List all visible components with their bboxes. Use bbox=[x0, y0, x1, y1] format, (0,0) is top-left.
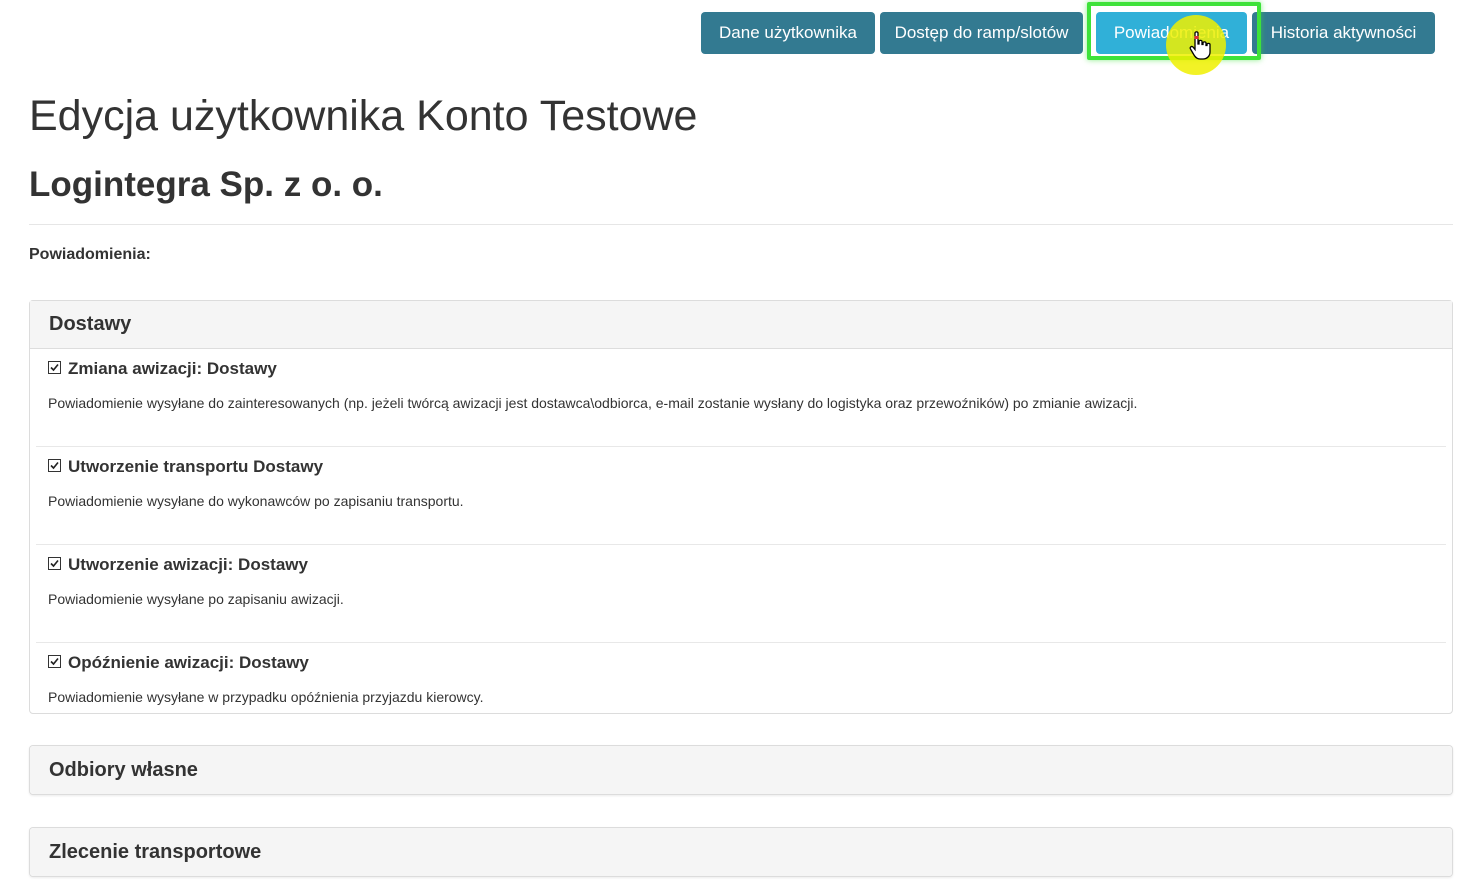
tab-dostep-do-ramp[interactable]: Dostęp do ramp/slotów bbox=[880, 12, 1083, 54]
page-title: Edycja użytkownika Konto Testowe bbox=[29, 92, 698, 140]
notification-item: Utworzenie transportu Dostawy Powiadomie… bbox=[36, 447, 1446, 545]
notification-description: Powiadomienie wysyłane do zainteresowany… bbox=[48, 395, 1138, 411]
notification-title: Utworzenie awizacji: Dostawy bbox=[48, 555, 308, 575]
section-label: Powiadomienia: bbox=[29, 246, 151, 263]
check-box-icon[interactable] bbox=[48, 360, 61, 374]
panel-heading-dostawy[interactable]: Dostawy bbox=[30, 301, 1452, 349]
notification-description: Powiadomienie wysyłane w przypadku opóźn… bbox=[48, 689, 484, 705]
panel-heading-zlecenie-transportowe[interactable]: Zlecenie transportowe bbox=[30, 828, 1452, 876]
tab-historia-aktywnosci[interactable]: Historia aktywności bbox=[1252, 12, 1435, 54]
check-box-icon[interactable] bbox=[48, 458, 61, 472]
panel-dostawy: Dostawy Zmiana awizacji: Dostawy Powiado… bbox=[29, 300, 1453, 714]
tab-powiadomienia[interactable]: Powiadomienia bbox=[1096, 12, 1247, 54]
tab-dane-uzytkownika[interactable]: Dane użytkownika bbox=[701, 12, 875, 54]
page: Dane użytkownika Dostęp do ramp/slotów P… bbox=[0, 0, 1474, 882]
notification-description: Powiadomienie wysyłane po zapisaniu awiz… bbox=[48, 591, 344, 607]
company-name: Logintegra Sp. z o. o. bbox=[29, 165, 383, 204]
notification-title: Utworzenie transportu Dostawy bbox=[48, 457, 323, 477]
notification-title: Zmiana awizacji: Dostawy bbox=[48, 359, 277, 379]
notification-item: Zmiana awizacji: Dostawy Powiadomienie w… bbox=[36, 349, 1446, 447]
notification-description: Powiadomienie wysyłane do wykonawców po … bbox=[48, 493, 464, 509]
notification-item: Utworzenie awizacji: Dostawy Powiadomien… bbox=[36, 545, 1446, 643]
notification-title: Opóźnienie awizacji: Dostawy bbox=[48, 653, 309, 673]
divider bbox=[29, 224, 1453, 225]
panel-odbiory-wlasne: Odbiory własne bbox=[29, 745, 1453, 795]
notification-item: Opóźnienie awizacji: Dostawy Powiadomien… bbox=[36, 643, 1446, 729]
panel-heading-odbiory-wlasne[interactable]: Odbiory własne bbox=[30, 746, 1452, 794]
notification-title-text: Opóźnienie awizacji: Dostawy bbox=[68, 653, 309, 672]
notification-title-text: Utworzenie awizacji: Dostawy bbox=[68, 555, 308, 574]
notification-title-text: Utworzenie transportu Dostawy bbox=[68, 457, 324, 476]
notification-title-text: Zmiana awizacji: Dostawy bbox=[68, 359, 277, 378]
check-box-icon[interactable] bbox=[48, 654, 61, 668]
check-box-icon[interactable] bbox=[48, 556, 61, 570]
panel-zlecenie-transportowe: Zlecenie transportowe bbox=[29, 827, 1453, 877]
